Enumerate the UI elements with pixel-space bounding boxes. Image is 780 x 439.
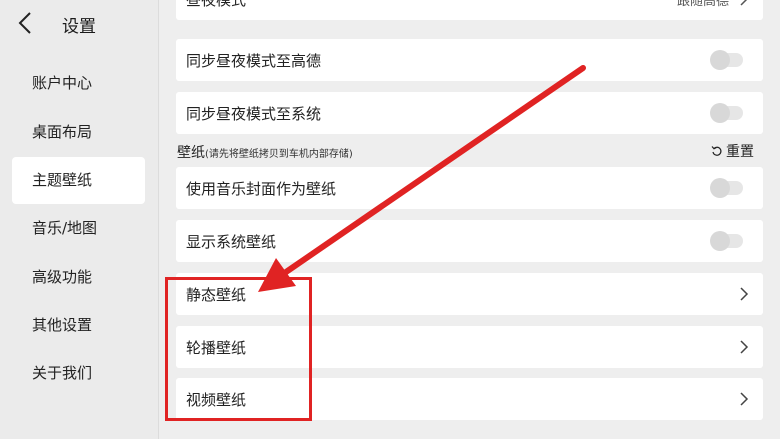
- carousel-wallpaper-row[interactable]: 轮播壁纸: [176, 326, 763, 368]
- row-label: 同步昼夜模式至系统: [186, 104, 322, 123]
- chevron-right-icon: [740, 340, 749, 354]
- chevron-right-icon: [740, 287, 749, 301]
- sidebar-item-other-settings[interactable]: 其他设置: [12, 302, 145, 349]
- row-label: 轮播壁纸: [186, 338, 247, 357]
- day-night-mode-row[interactable]: 昼夜模式 跟随高德: [176, 0, 763, 20]
- toggle-knob: [710, 178, 730, 198]
- sidebar-item-desktop-layout[interactable]: 桌面布局: [12, 109, 145, 156]
- row-label: 静态壁纸: [186, 285, 247, 304]
- sidebar-item-about[interactable]: 关于我们: [12, 350, 145, 397]
- row-value: 跟随高德: [676, 0, 729, 9]
- row-label: 视频壁纸: [186, 390, 247, 409]
- section-note: (请先将壁纸拷贝到车机内部存储): [205, 149, 353, 160]
- chevron-right-icon: [740, 0, 748, 6]
- music-cover-toggle[interactable]: [710, 178, 743, 198]
- toggle-knob: [710, 103, 730, 123]
- chevron-right-icon: [740, 392, 749, 406]
- static-wallpaper-row[interactable]: 静态壁纸: [176, 273, 763, 315]
- toggle-knob: [710, 231, 730, 251]
- system-wallpaper-toggle[interactable]: [710, 231, 743, 251]
- music-cover-wallpaper-row[interactable]: 使用音乐封面作为壁纸: [176, 167, 763, 209]
- reset-button[interactable]: 重置: [711, 141, 754, 161]
- sync-amap-toggle[interactable]: [710, 50, 743, 70]
- back-arrow-icon[interactable]: [14, 8, 38, 38]
- video-wallpaper-row[interactable]: 视频壁纸: [176, 378, 763, 420]
- reset-icon: [711, 146, 722, 156]
- row-label: 同步昼夜模式至高德: [186, 51, 322, 70]
- sidebar-item-theme-wallpaper[interactable]: 主题壁纸: [12, 157, 145, 204]
- toggle-knob: [710, 50, 730, 70]
- section-title: 壁纸: [177, 145, 205, 161]
- sync-system-toggle[interactable]: [710, 103, 743, 123]
- reset-label: 重置: [726, 144, 754, 160]
- sidebar-item-account[interactable]: 账户中心: [12, 60, 145, 107]
- row-label: 昼夜模式: [186, 0, 246, 10]
- sidebar: 设置 账户中心 桌面布局 主题壁纸 音乐/地图 高级功能 其他设置 关于我们: [0, 0, 159, 439]
- sidebar-item-advanced[interactable]: 高级功能: [12, 254, 145, 301]
- row-label: 显示系统壁纸: [186, 232, 277, 251]
- page-title: 设置: [62, 17, 96, 37]
- wallpaper-section-title: 壁纸(请先将壁纸拷贝到车机内部存储): [177, 142, 353, 162]
- sidebar-item-music-map[interactable]: 音乐/地图: [12, 205, 145, 252]
- sync-amap-row[interactable]: 同步昼夜模式至高德: [176, 39, 763, 81]
- system-wallpaper-row[interactable]: 显示系统壁纸: [176, 220, 763, 262]
- sync-system-row[interactable]: 同步昼夜模式至系统: [176, 92, 763, 134]
- row-label: 使用音乐封面作为壁纸: [186, 179, 337, 198]
